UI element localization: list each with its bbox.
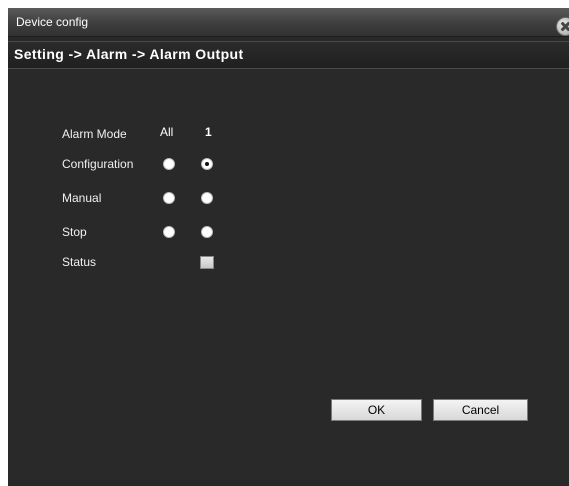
configuration-1-radio[interactable]: [201, 158, 213, 170]
alarm-mode-label: Alarm Mode: [62, 127, 127, 141]
title-bar: Device config: [8, 8, 569, 37]
stop-label: Stop: [62, 225, 87, 239]
column-all-label: All: [160, 125, 174, 139]
cancel-button[interactable]: Cancel: [433, 399, 528, 421]
window-title: Device config: [16, 15, 89, 29]
breadcrumb: Setting -> Alarm -> Alarm Output: [8, 41, 569, 69]
manual-all-radio[interactable]: [163, 192, 175, 204]
ok-button[interactable]: OK: [331, 399, 422, 421]
breadcrumb-text: Setting -> Alarm -> Alarm Output: [14, 46, 244, 62]
device-config-window: Device config Setting -> Alarm -> Alarm …: [8, 8, 569, 486]
configuration-all-radio[interactable]: [163, 158, 175, 170]
manual-1-radio[interactable]: [201, 192, 213, 204]
stop-all-radio[interactable]: [163, 226, 175, 238]
status-indicator-1: [200, 256, 214, 269]
configuration-label: Configuration: [62, 157, 134, 171]
stop-1-radio[interactable]: [201, 226, 213, 238]
manual-label: Manual: [62, 191, 102, 205]
close-icon[interactable]: [556, 17, 569, 36]
status-label: Status: [62, 255, 97, 269]
column-1-label: 1: [205, 125, 212, 139]
